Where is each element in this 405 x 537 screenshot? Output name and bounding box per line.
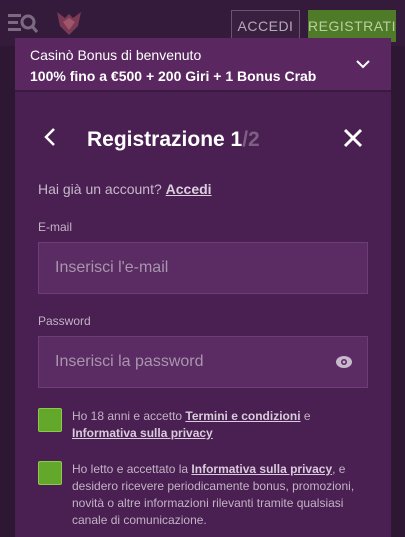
back-arrow-icon[interactable] — [43, 126, 57, 148]
consent-marketing-text: Ho letto e accettato la Informativa sull… — [72, 461, 368, 529]
email-field-wrapper — [38, 242, 368, 294]
close-icon[interactable] — [343, 128, 363, 148]
email-label: E-mail — [38, 220, 73, 234]
menu-search-icon[interactable] — [8, 12, 38, 34]
registration-modal: Registrazione 1/2 Hai già un account? Ac… — [15, 92, 391, 537]
privacy-link[interactable]: Informativa sulla privacy — [72, 426, 213, 440]
bonus-offer: 100% fino a €500 + 200 Giri + 1 Bonus Cr… — [30, 68, 317, 84]
eye-icon[interactable] — [335, 355, 353, 369]
consent-marketing-checkbox[interactable] — [38, 461, 62, 485]
title-step: Registrazione 1 — [87, 128, 243, 151]
chevron-down-icon[interactable] — [355, 56, 371, 72]
consent-marketing-before: Ho letto e accettato la — [72, 462, 192, 476]
title-step-total: /2 — [242, 128, 260, 151]
modal-title: Registrazione 1/2 — [87, 128, 260, 152]
consent-age-before: Ho 18 anni e accetto — [72, 409, 186, 423]
have-account-line: Hai già un account? Accedi — [38, 181, 212, 197]
bonus-title: Casinò Bonus di benvenuto — [30, 47, 202, 63]
email-field[interactable] — [39, 243, 367, 293]
password-field[interactable] — [39, 337, 367, 387]
bonus-banner[interactable]: Casinò Bonus di benvenuto 100% fino a €5… — [15, 38, 391, 92]
consent-age-mid: e — [300, 409, 311, 423]
terms-link[interactable]: Termini e condizioni — [185, 409, 300, 423]
logo-icon[interactable] — [54, 8, 84, 38]
password-field-wrapper — [38, 336, 368, 388]
have-account-text: Hai già un account? — [38, 181, 162, 197]
login-link[interactable]: Accedi — [166, 181, 212, 197]
privacy-link-marketing[interactable]: Informativa sulla privacy — [191, 462, 332, 476]
consent-age-checkbox[interactable] — [38, 408, 62, 432]
password-label: Password — [38, 314, 91, 328]
consent-age-text: Ho 18 anni e accetto Termini e condizion… — [72, 408, 368, 442]
